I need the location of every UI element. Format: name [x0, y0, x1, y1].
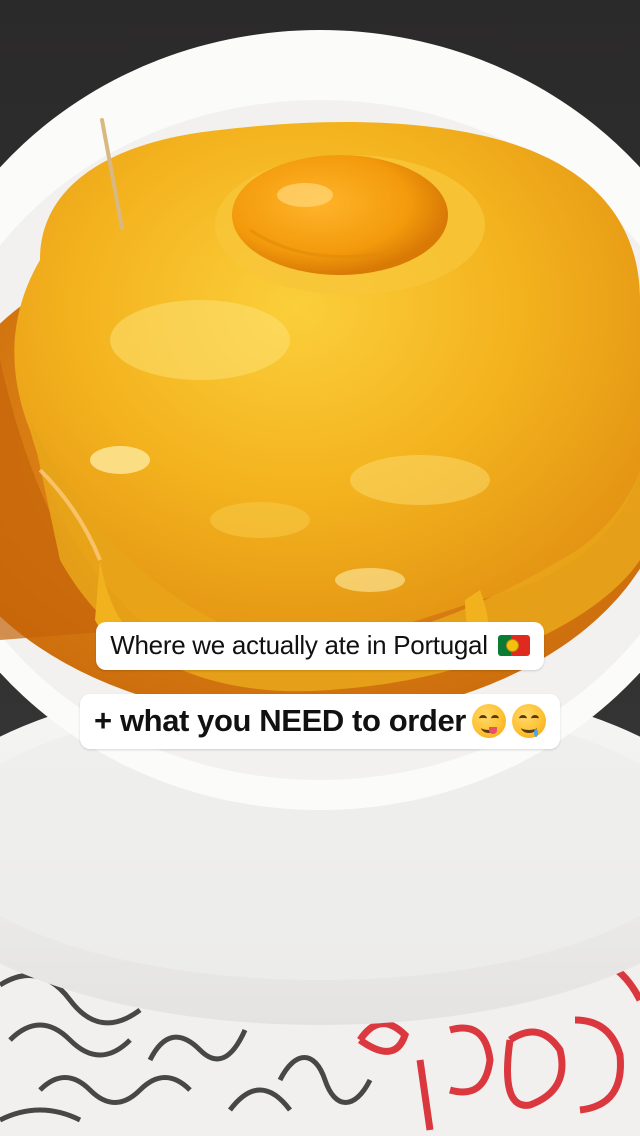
instagram-story: Where we actually ate in Portugal + what… — [0, 0, 640, 1136]
food-photo — [0, 0, 640, 1136]
egg-yolk — [215, 155, 485, 295]
